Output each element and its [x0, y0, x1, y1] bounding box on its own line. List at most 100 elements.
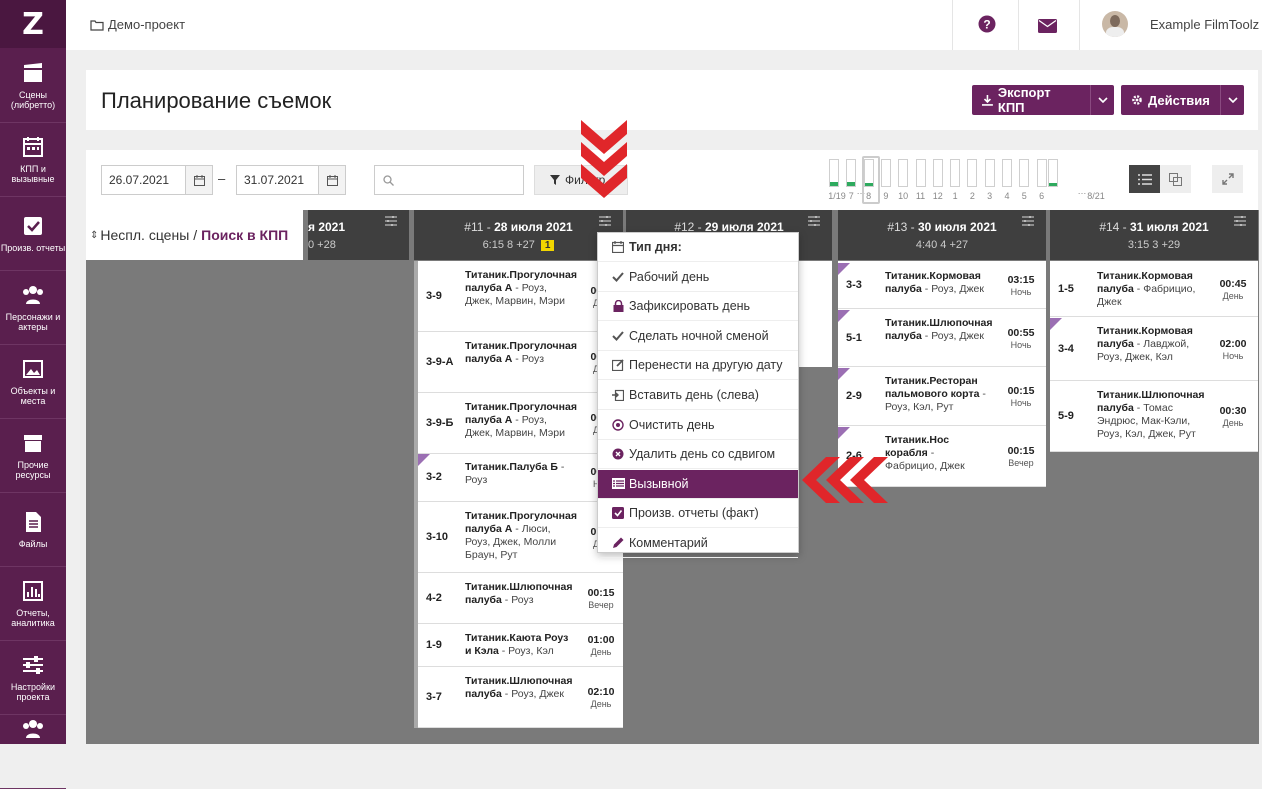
menu-item-5[interactable]: Перенести на другую дату: [598, 351, 798, 381]
check-icon: [610, 271, 626, 282]
actions-dropdown-caret[interactable]: [1220, 85, 1244, 115]
minimap-day[interactable]: [1047, 159, 1058, 187]
menu-item-10[interactable]: Произв. отчеты (факт): [598, 499, 798, 529]
scene-card[interactable]: 3-7 Титаник.Шлюпочная палуба - Роуз, Джек…: [418, 668, 623, 728]
scene-card[interactable]: 3-9-А Титаник.Прогулочная палуба А - Роуз…: [418, 333, 623, 393]
menu-item-9[interactable]: Вызывной: [598, 469, 798, 499]
day-column-header[interactable]: я 2021 0 +28: [308, 210, 409, 260]
scene-time-of-day: День: [590, 647, 612, 657]
project-breadcrumb[interactable]: Демо-проект: [90, 17, 185, 32]
scene-card[interactable]: 4-2 Титаник.Шлюпочная палуба - Роуз 00:15 В…: [418, 574, 623, 624]
sidebar-item-3[interactable]: Произв. отчеты: [0, 197, 66, 271]
scene-card[interactable]: 5-9 Титаник.Шлюпочная палуба - Томас Эндр…: [1050, 382, 1258, 452]
calendar-icon[interactable]: [185, 166, 212, 194]
minimap-day[interactable]: [967, 159, 978, 187]
scene-duration: 00:15 Вечер: [1000, 445, 1042, 469]
minimap-day[interactable]: [829, 159, 839, 187]
scene-card[interactable]: 1-5 Титаник.Кормовая палуба - Фабрицио, Д…: [1050, 263, 1258, 317]
clear-circle-icon: [610, 418, 626, 431]
minimap-day[interactable]: [932, 159, 943, 187]
sidebar-item-1[interactable]: Сцены (либретто): [0, 49, 66, 123]
calendar-icon[interactable]: [318, 166, 345, 194]
board-view-button[interactable]: [1160, 165, 1191, 193]
scene-flag: [418, 454, 430, 466]
user-name[interactable]: Example FilmToolz: [1150, 17, 1259, 32]
minimap-day[interactable]: [1036, 159, 1047, 187]
menu-item-2[interactable]: Рабочий день: [598, 263, 798, 292]
scene-card[interactable]: 3-9 Титаник.Прогулочная палуба А - Роуз, …: [418, 262, 623, 332]
scene-cast: - Роуз, Джек: [921, 330, 984, 342]
avatar[interactable]: [1102, 11, 1128, 37]
day-column-header[interactable]: #14 - 31 июля 2021 3:15 3 +29: [1050, 210, 1258, 260]
left-arrows-annotation: [802, 457, 888, 503]
day-settings-icon[interactable]: [808, 216, 820, 229]
sidebar-item-5[interactable]: Объекты и места: [0, 345, 66, 419]
scene-card[interactable]: 3-2Титаник.Палуба Б - Роуз00:2Ноч: [418, 454, 623, 502]
day-info-text: 4:40 4 +27: [915, 239, 969, 251]
image-icon: [23, 359, 43, 378]
sort-icon[interactable]: ⇕: [90, 230, 98, 241]
search-input[interactable]: [374, 165, 524, 195]
actions-button[interactable]: Действия: [1121, 85, 1244, 115]
scene-card[interactable]: 1-9 Титаник.Каюта Роуз и Кэла - Роуз, Кэл…: [418, 625, 623, 667]
day-column-header[interactable]: #11 - 28 июля 2021 6:15 8 +27 1: [414, 210, 623, 260]
sidebar-item-6[interactable]: Прочие ресурсы: [0, 419, 66, 493]
scene-location: Титаник.Палуба Б: [465, 461, 558, 473]
unplanned-scenes-tab[interactable]: Неспл. сцены: [100, 227, 189, 243]
minimap-day[interactable]: [898, 159, 909, 187]
menu-item-3[interactable]: Зафиксировать день: [598, 292, 798, 322]
minimap-day[interactable]: [984, 159, 995, 187]
scene-card[interactable]: 5-1 Титаник.Шлюпочная палуба - Роуз, Джек…: [838, 310, 1046, 367]
minimap-day-label: 5: [1021, 191, 1027, 201]
scene-card[interactable]: 3-10 Титаник.Прогулочная палуба А - Люси,…: [418, 503, 623, 573]
minimap-day[interactable]: [950, 159, 961, 187]
day-settings-icon[interactable]: [1022, 216, 1034, 229]
app-logo[interactable]: Z: [0, 0, 66, 48]
list-view-button[interactable]: [1129, 165, 1160, 193]
menu-item-11[interactable]: Комментарий: [598, 529, 798, 558]
menu-item-8[interactable]: Удалить день со сдвигом: [598, 440, 798, 470]
minimap-day[interactable]: [915, 159, 926, 187]
menu-item-7[interactable]: Очистить день: [598, 411, 798, 440]
scene-card[interactable]: 3-4 Титаник.Кормовая палуба - Лавджой, Ро…: [1050, 318, 1258, 381]
date-from-field[interactable]: 26.07.2021: [101, 165, 213, 195]
warning-badge[interactable]: 1: [540, 240, 555, 251]
help-icon[interactable]: ?: [978, 15, 996, 33]
scene-time-of-day: Вечер: [588, 600, 614, 610]
export-dropdown-caret[interactable]: [1090, 85, 1114, 115]
sidebar-item-9[interactable]: Настройки проекта: [0, 641, 66, 715]
minimap-selection[interactable]: [862, 156, 880, 204]
menu-item-6[interactable]: Вставить день (слева): [598, 381, 798, 410]
scene-card[interactable]: 3-9-Б Титаник.Прогулочная палуба А - Роуз…: [418, 394, 623, 454]
search-kpp-tab[interactable]: Поиск в КПП: [201, 227, 288, 243]
day-column-header[interactable]: #13 - 30 июля 2021 4:40 4 +27: [838, 210, 1046, 260]
sidebar-item-2[interactable]: КПП и вызывные: [0, 123, 66, 197]
minimap-left-count: 1/19: [828, 191, 846, 201]
check-icon: [610, 331, 626, 341]
day-settings-icon[interactable]: [385, 216, 397, 229]
filter-icon: [550, 175, 560, 185]
scene-card[interactable]: 3-3 Титаник.Кормовая палуба - Роуз, Джек 0…: [838, 263, 1046, 309]
fullscreen-button[interactable]: [1212, 165, 1243, 193]
day-number: #13 -: [887, 220, 918, 234]
sidebar-item-more[interactable]: [0, 715, 66, 789]
sidebar-item-7[interactable]: Файлы: [0, 493, 66, 567]
minimap-day[interactable]: [1019, 159, 1030, 187]
scene-duration: 00:15 Вечер: [580, 587, 622, 611]
day-settings-icon[interactable]: [1234, 216, 1246, 229]
sidebar-item-8[interactable]: Отчеты, аналитика: [0, 567, 66, 641]
sidebar-item-4[interactable]: Персонажи и актеры: [0, 271, 66, 345]
date-to-field[interactable]: 31.07.2021: [236, 165, 346, 195]
scene-time: 00:15: [1007, 445, 1035, 457]
day-settings-icon[interactable]: [599, 216, 611, 229]
scene-card[interactable]: 2-9 Титаник.Ресторан пальмового корта - Р…: [838, 368, 1046, 426]
minimap-day[interactable]: [880, 159, 891, 187]
export-kpp-button[interactable]: Экспорт КПП: [972, 85, 1114, 115]
scene-duration: 00:55 Ночь: [1000, 327, 1042, 351]
mail-icon[interactable]: [1038, 19, 1057, 33]
scene-flag: [838, 263, 850, 275]
folder-icon: [90, 19, 104, 31]
minimap-day[interactable]: [1002, 159, 1012, 187]
menu-item-4[interactable]: Сделать ночной сменой: [598, 322, 798, 351]
minimap-day[interactable]: [846, 159, 857, 187]
